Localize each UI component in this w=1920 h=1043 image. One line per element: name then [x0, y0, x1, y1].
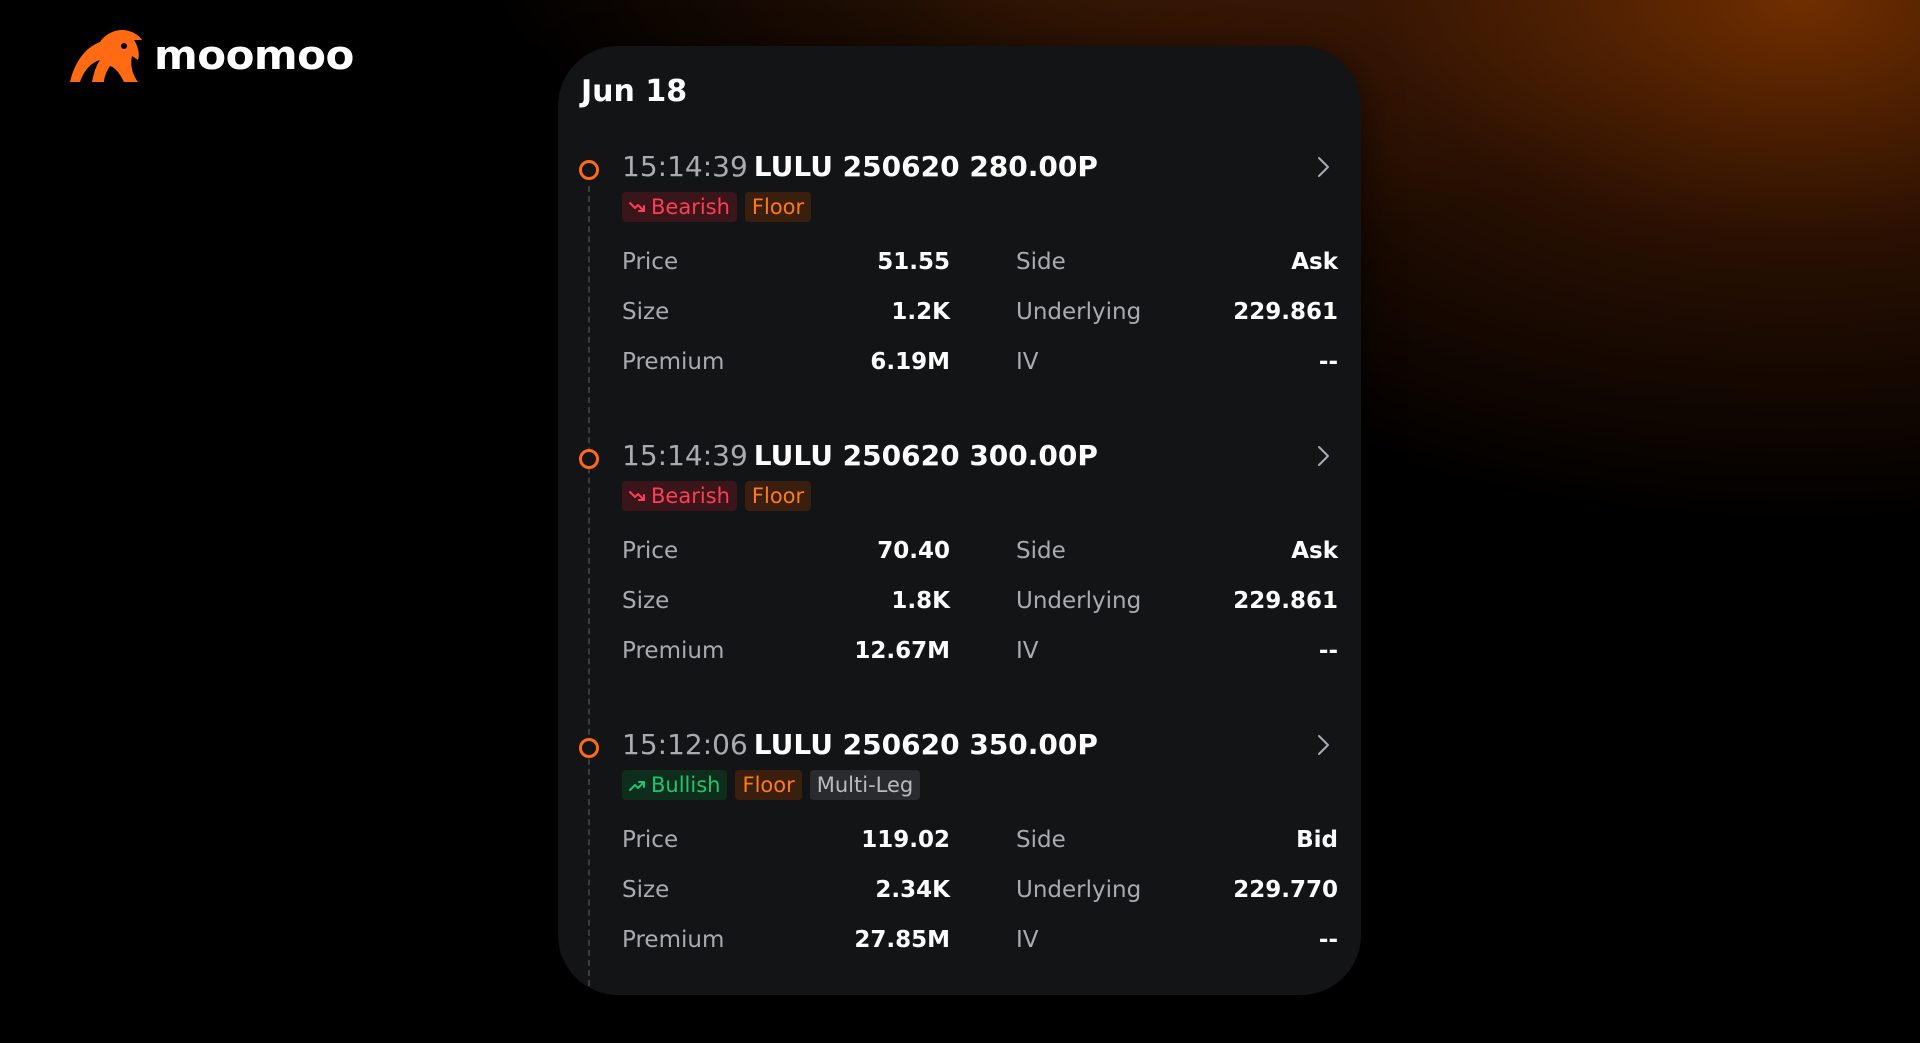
trade-time: 15:14:39: [622, 439, 748, 472]
side-value: Ask: [1291, 249, 1338, 275]
price-value: 119.02: [861, 827, 950, 853]
price-value: 70.40: [877, 538, 950, 564]
trade-symbol: LULU 250620 350.00P: [753, 728, 1098, 761]
moomoo-logo: moomoo: [64, 26, 354, 86]
trade-header: 15:14:39 LULU 250620 280.00P: [622, 147, 1098, 187]
premium-value: 27.85M: [854, 927, 950, 953]
trade-details: Price 51.55 Side Ask Size 1.2K Underlyin…: [622, 237, 1338, 387]
trade-tags: Bearish Floor: [622, 192, 812, 222]
price-value: 51.55: [877, 249, 950, 275]
timeline-dot: [579, 160, 599, 180]
underlying-label: Underlying: [1016, 877, 1142, 903]
sentiment-tag: Bearish: [622, 481, 737, 511]
trade-symbol: LULU 250620 280.00P: [753, 150, 1098, 183]
detail-row: Size 1.8K Underlying 229.861: [622, 576, 1338, 626]
underlying-label: Underlying: [1016, 588, 1142, 614]
trend-down-icon: [629, 491, 645, 501]
sentiment-tag: Bullish: [622, 770, 728, 800]
trade-header: 15:14:39 LULU 250620 300.00P: [622, 436, 1098, 476]
detail-row: Size 1.2K Underlying 229.861: [622, 287, 1338, 337]
detail-row: Price 119.02 Side Bid: [622, 815, 1338, 865]
price-label: Price: [622, 827, 679, 853]
size-value: 1.2K: [891, 299, 950, 325]
trend-up-icon: [629, 781, 645, 791]
timeline-dot: [579, 738, 599, 758]
iv-value: --: [1318, 927, 1338, 953]
premium-label: Premium: [622, 927, 725, 953]
trade-time: 15:12:06: [622, 728, 748, 761]
chevron-right-icon[interactable]: [1311, 733, 1335, 757]
trade-details: Price 70.40 Side Ask Size 1.8K Underlyin…: [622, 526, 1338, 676]
detail-row: Premium 12.67M IV --: [622, 626, 1338, 676]
date-header: Jun 18: [581, 74, 688, 109]
trade-tags: Bullish Floor Multi-Leg: [622, 770, 921, 800]
floor-tag: Floor: [735, 770, 802, 800]
chevron-right-icon[interactable]: [1311, 444, 1335, 468]
detail-row: Premium 6.19M IV --: [622, 337, 1338, 387]
side-label: Side: [1016, 538, 1066, 564]
underlying-label: Underlying: [1016, 299, 1142, 325]
iv-label: IV: [1016, 927, 1039, 953]
options-flow-card: Jun 18 15:14:39 LULU 250620 280.00P Beari…: [558, 46, 1361, 995]
side-label: Side: [1016, 249, 1066, 275]
premium-label: Premium: [622, 638, 725, 664]
trade-time: 15:14:39: [622, 150, 748, 183]
side-value: Bid: [1296, 827, 1338, 853]
floor-tag: Floor: [744, 481, 812, 511]
trend-down-icon: [629, 202, 645, 212]
side-value: Ask: [1291, 538, 1338, 564]
sentiment-tag: Bearish: [622, 192, 737, 222]
size-label: Size: [622, 588, 670, 614]
sentiment-label: Bearish: [651, 484, 730, 508]
trade-tags: Bearish Floor: [622, 481, 812, 511]
premium-value: 12.67M: [854, 638, 950, 664]
size-value: 1.8K: [891, 588, 950, 614]
detail-row: Premium 27.85M IV --: [622, 915, 1338, 965]
underlying-value: 229.861: [1233, 588, 1338, 614]
trade-symbol: LULU 250620 300.00P: [753, 439, 1098, 472]
iv-value: --: [1318, 349, 1338, 375]
trade-item[interactable]: 15:12:06 LULU 250620 350.00P Bullish Floo…: [558, 725, 1361, 1005]
chevron-right-icon[interactable]: [1311, 155, 1335, 179]
iv-label: IV: [1016, 349, 1039, 375]
multi-leg-tag: Multi-Leg: [809, 770, 921, 800]
trade-header: 15:12:06 LULU 250620 350.00P: [622, 725, 1098, 765]
sentiment-label: Bearish: [651, 195, 730, 219]
sentiment-label: Bullish: [651, 773, 721, 797]
detail-row: Price 70.40 Side Ask: [622, 526, 1338, 576]
size-value: 2.34K: [875, 877, 950, 903]
size-label: Size: [622, 877, 670, 903]
price-label: Price: [622, 249, 679, 275]
detail-row: Price 51.55 Side Ask: [622, 237, 1338, 287]
brand-name: moomoo: [154, 33, 354, 79]
iv-label: IV: [1016, 638, 1039, 664]
trade-item[interactable]: 15:14:39 LULU 250620 280.00P Bearish Floo…: [558, 147, 1361, 427]
price-label: Price: [622, 538, 679, 564]
iv-value: --: [1318, 638, 1338, 664]
timeline-dot: [579, 449, 599, 469]
side-label: Side: [1016, 827, 1066, 853]
detail-row: Size 2.34K Underlying 229.770: [622, 865, 1338, 915]
floor-tag: Floor: [744, 192, 812, 222]
premium-value: 6.19M: [870, 349, 950, 375]
trade-item[interactable]: 15:14:39 LULU 250620 300.00P Bearish Floo…: [558, 436, 1361, 716]
underlying-value: 229.770: [1233, 877, 1338, 903]
size-label: Size: [622, 299, 670, 325]
premium-label: Premium: [622, 349, 725, 375]
underlying-value: 229.861: [1233, 299, 1338, 325]
bull-icon: [70, 30, 142, 82]
trade-details: Price 119.02 Side Bid Size 2.34K Underly…: [622, 815, 1338, 965]
